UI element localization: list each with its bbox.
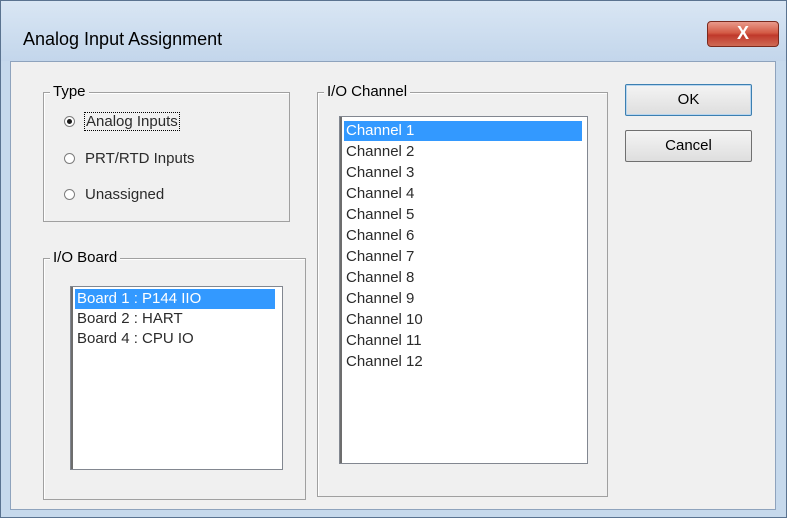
io-board-group-legend: I/O Board [50, 249, 121, 266]
list-item-channel-10[interactable]: Channel 10 [344, 310, 423, 330]
type-groupbox: Type Analog Inputs PRT/RTD Inputs Unassi… [43, 83, 290, 222]
list-item-channel-12[interactable]: Channel 12 [344, 352, 423, 372]
list-item-board-2[interactable]: Board 2 : HART [75, 309, 183, 329]
io-channel-listbox[interactable]: Channel 1 Channel 2 Channel 3 Channel 4 … [339, 116, 588, 464]
radio-analog-inputs[interactable]: Analog Inputs [64, 111, 180, 131]
io-channel-groupbox: I/O Channel Channel 1 Channel 2 Channel … [317, 83, 608, 497]
io-channel-group-legend: I/O Channel [324, 83, 411, 100]
close-button[interactable]: X [707, 21, 779, 47]
type-group-legend: Type [50, 83, 89, 100]
list-item-board-4[interactable]: Board 4 : CPU IO [75, 329, 194, 349]
radio-label: PRT/RTD Inputs [85, 149, 195, 167]
radio-button-icon[interactable] [64, 152, 75, 164]
radio-unassigned[interactable]: Unassigned [64, 184, 164, 204]
list-item-board-1[interactable]: Board 1 : P144 IIO [75, 289, 275, 309]
list-item-channel-9[interactable]: Channel 9 [344, 289, 414, 309]
listbox-border [71, 287, 73, 469]
radio-prt-rtd-inputs[interactable]: PRT/RTD Inputs [64, 148, 194, 168]
listbox-border [340, 117, 342, 463]
window-title: Analog Input Assignment [23, 29, 223, 49]
radio-label: Analog Inputs [84, 111, 180, 131]
io-board-groupbox: I/O Board Board 1 : P144 IIO Board 2 : H… [43, 249, 306, 500]
radio-button-icon[interactable] [64, 115, 75, 127]
dialog-window: Analog Input Assignment X Type Analog In… [0, 0, 787, 518]
close-icon: X [736, 23, 749, 43]
list-item-channel-11[interactable]: Channel 11 [344, 331, 422, 351]
radio-button-icon[interactable] [64, 188, 75, 200]
list-item-channel-3[interactable]: Channel 3 [344, 163, 414, 183]
radio-label: Unassigned [85, 185, 165, 203]
io-board-listbox[interactable]: Board 1 : P144 IIO Board 2 : HART Board … [70, 286, 283, 470]
list-item-channel-6[interactable]: Channel 6 [344, 226, 414, 246]
title-bar[interactable]: Analog Input Assignment X [1, 1, 786, 61]
list-item-channel-5[interactable]: Channel 5 [344, 205, 414, 225]
ok-button[interactable]: OK [625, 84, 752, 116]
list-item-channel-1[interactable]: Channel 1 [344, 121, 582, 141]
list-item-channel-7[interactable]: Channel 7 [344, 247, 414, 267]
cancel-button[interactable]: Cancel [625, 130, 752, 162]
list-item-channel-2[interactable]: Channel 2 [344, 142, 414, 162]
dialog-client-area: Type Analog Inputs PRT/RTD Inputs Unassi… [10, 61, 776, 510]
list-item-channel-4[interactable]: Channel 4 [344, 184, 414, 204]
list-item-channel-8[interactable]: Channel 8 [344, 268, 414, 288]
